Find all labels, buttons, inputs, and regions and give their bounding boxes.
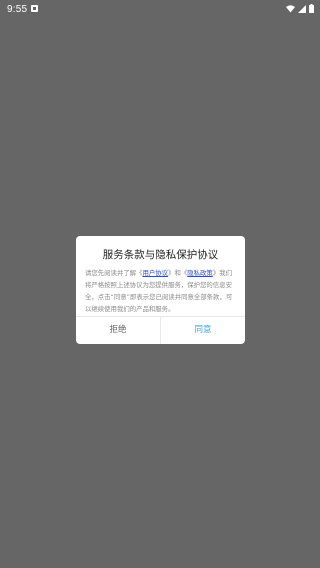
- status-icons: [286, 4, 314, 13]
- notification-icon: [31, 5, 38, 12]
- screen: 9:55 服务条款与隐私保护协议 请您先阅读并了解《用户协议》和《隐私政策》我们…: [0, 0, 320, 568]
- refuse-button[interactable]: 拒绝: [76, 317, 160, 344]
- wifi-icon: [286, 4, 295, 12]
- signal-icon: [298, 4, 306, 13]
- body-and: 》和《: [168, 269, 188, 277]
- status-time: 9:55: [7, 4, 28, 15]
- user-agreement-link[interactable]: 用户协议: [143, 269, 169, 277]
- dialog-body: 请您先阅读并了解《用户协议》和《隐私政策》我们将严格按照上述协议为您提供服务，保…: [85, 267, 236, 315]
- agree-button[interactable]: 同意: [161, 317, 245, 344]
- dialog-title: 服务条款与隐私保护协议: [102, 249, 219, 261]
- body-intro: 请您先阅读并了解《: [85, 269, 143, 277]
- privacy-policy-link[interactable]: 隐私政策: [187, 269, 213, 277]
- status-bar: 9:55: [0, 0, 320, 20]
- battery-icon: [309, 4, 314, 13]
- privacy-dialog: 服务条款与隐私保护协议 请您先阅读并了解《用户协议》和《隐私政策》我们将严格按照…: [76, 236, 245, 344]
